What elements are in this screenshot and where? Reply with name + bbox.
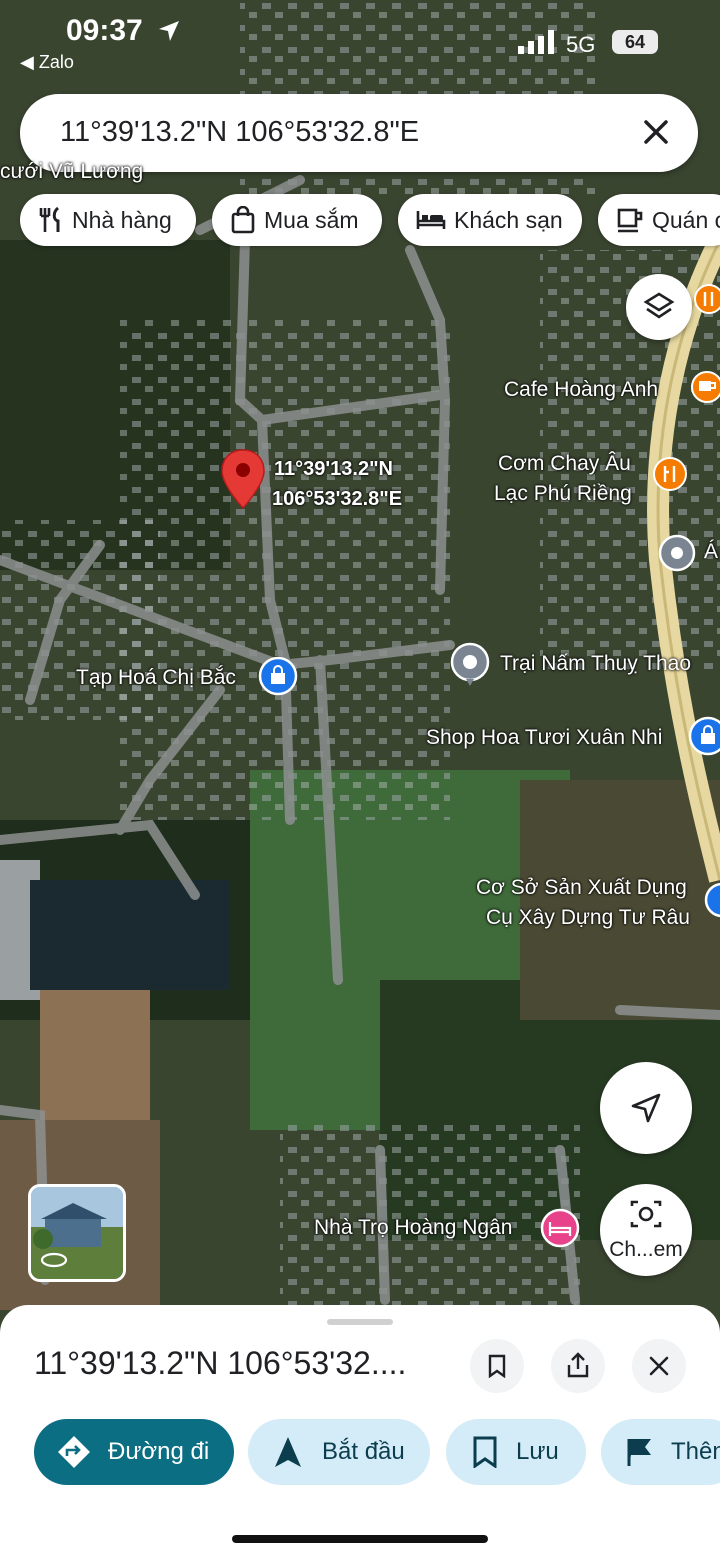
close-sheet-button[interactable] <box>632 1339 686 1393</box>
status-bar: 09:37 ◀ Zalo 5G 64 <box>0 0 720 80</box>
rotate-360-icon <box>40 1252 68 1268</box>
close-icon <box>649 1356 669 1376</box>
camera-view-button[interactable]: Ch...em <box>600 1184 692 1276</box>
chip-restaurants[interactable]: Nhà hàng <box>20 194 196 246</box>
chip-label: Khách sạn <box>454 206 563 233</box>
shop-marker-icon[interactable] <box>258 656 298 696</box>
share-button[interactable] <box>551 1339 605 1393</box>
chip-cafes[interactable]: Quán c <box>598 194 720 246</box>
chip-label: Quán c <box>652 206 720 233</box>
place-label-tap-hoa[interactable]: Tạp Hoá Chị Bắc <box>76 666 236 690</box>
network-type: 5G <box>566 32 596 57</box>
shop-marker-icon[interactable] <box>704 882 720 918</box>
drag-handle[interactable] <box>327 1319 393 1325</box>
street-view-thumbnail[interactable] <box>28 1184 126 1282</box>
place-label-com-chay-2[interactable]: Lạc Phú Riềng <box>494 482 632 506</box>
place-label-co-so-1[interactable]: Cơ Sở Sản Xuất Dụng <box>476 876 687 900</box>
location-arrow-icon <box>159 21 179 41</box>
pin-label-lng: 106°53'32.8"E <box>272 488 403 510</box>
place-marker-icon[interactable] <box>658 534 696 572</box>
directions-icon <box>58 1436 90 1468</box>
camera-icon <box>630 1200 662 1228</box>
shop-marker-icon[interactable] <box>688 716 720 756</box>
navigation-arrow-icon <box>631 1093 661 1123</box>
navigation-start-icon <box>275 1437 301 1467</box>
save-bookmark-button[interactable] <box>470 1339 524 1393</box>
chip-label: Mua sắm <box>264 206 359 233</box>
status-time: 09:37 <box>66 14 143 47</box>
place-label-co-so-2[interactable]: Cụ Xây Dựng Tư Râu <box>486 906 690 930</box>
directions-label: Đường đi <box>108 1438 210 1465</box>
share-icon <box>567 1352 589 1378</box>
camera-view-label: Ch...em <box>609 1238 683 1261</box>
start-label: Bắt đầu <box>322 1438 405 1465</box>
restaurant-marker-icon[interactable] <box>652 456 688 500</box>
dropped-pin-icon[interactable] <box>220 448 266 512</box>
sheet-title: 11°39'13.2"N 106°53'32.... <box>34 1345 407 1381</box>
search-input[interactable]: 11°39'13.2"N 106°53'32.8"E <box>60 116 419 149</box>
add-label-label: Thêm <box>671 1438 720 1465</box>
battery-icon: 64 <box>612 30 658 54</box>
chip-shopping[interactable]: Mua sắm <box>212 194 382 246</box>
flag-icon <box>627 1439 651 1466</box>
signal-icon <box>518 30 554 54</box>
place-label-right-edge[interactable]: Á <box>704 540 718 564</box>
back-to-app-link[interactable]: ◀ Zalo <box>20 52 74 73</box>
restaurant-marker-icon[interactable] <box>694 284 720 320</box>
layers-icon <box>643 292 675 319</box>
place-label-com-chay-1[interactable]: Cơm Chay Âu <box>498 452 631 476</box>
save-button[interactable]: Lưu <box>446 1419 586 1485</box>
place-bottom-sheet[interactable]: 11°39'13.2"N 106°53'32.... Đường đi Bắt … <box>0 1305 720 1557</box>
cafe-marker-icon[interactable] <box>690 370 720 410</box>
restaurant-icon <box>39 206 60 232</box>
bookmark-icon <box>473 1436 497 1468</box>
map-label-top: cưới Vũ Lương <box>0 160 144 183</box>
start-button[interactable]: Bắt đầu <box>248 1419 430 1485</box>
hotel-bed-icon <box>416 211 446 229</box>
my-location-button[interactable] <box>600 1062 692 1154</box>
place-label-nha-tro[interactable]: Nhà Trọ Hoàng Ngân <box>314 1216 512 1240</box>
bookmark-icon <box>488 1354 506 1378</box>
place-label-shop-hoa[interactable]: Shop Hoa Tươi Xuân Nhi <box>426 726 662 750</box>
save-label: Lưu <box>516 1438 559 1465</box>
place-label-cafe[interactable]: Cafe Hoàng Anh <box>504 378 658 402</box>
directions-button[interactable]: Đường đi <box>34 1419 234 1485</box>
place-label-trai-nam[interactable]: Trại Nấm Thuỵ Thao <box>500 652 691 676</box>
add-label-button[interactable]: Thêm <box>601 1419 720 1485</box>
hotel-marker-icon[interactable] <box>540 1208 580 1248</box>
coffee-cup-icon <box>617 208 643 233</box>
shopping-bag-icon <box>231 206 255 234</box>
place-marker-icon[interactable] <box>450 642 490 688</box>
close-icon[interactable] <box>636 112 676 152</box>
chip-hotels[interactable]: Khách sạn <box>398 194 582 246</box>
layers-button[interactable] <box>626 274 692 340</box>
chip-label: Nhà hàng <box>72 206 172 233</box>
home-indicator <box>232 1535 488 1543</box>
pin-label-lat: 11°39'13.2"N <box>274 458 393 480</box>
